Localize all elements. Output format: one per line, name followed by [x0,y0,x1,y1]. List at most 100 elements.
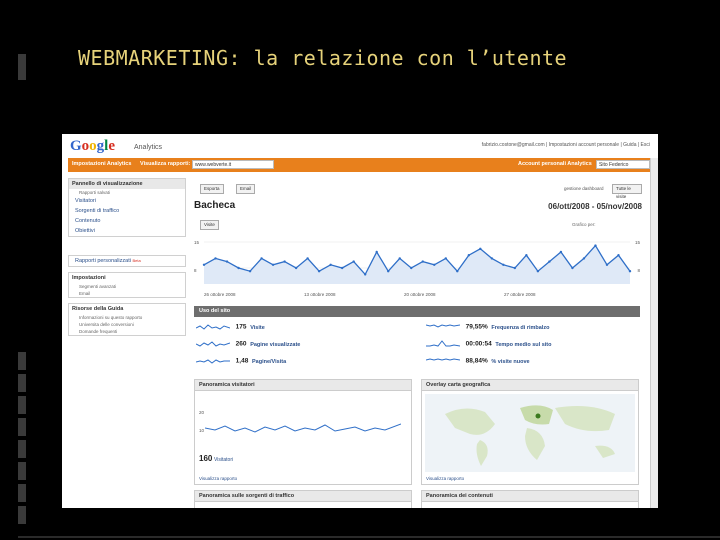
deco-bar-3 [18,396,26,414]
visits-point[interactable] [548,260,551,263]
visits-point[interactable] [294,266,298,270]
account-select[interactable]: Sito Federico [596,160,650,169]
geo-report-link[interactable]: Visualizza rapporto [426,476,464,481]
geo-map-panel: Overlay carta geografica Visualizza rapp… [421,379,639,485]
visits-point[interactable] [260,257,263,260]
visits-point[interactable] [502,263,505,266]
dashboard-box: Pannello di visualizzazione Rapporti sal… [68,178,186,237]
help-item-conversions[interactable]: Universita delle conversioni [69,321,185,328]
visits-point[interactable] [594,244,597,247]
sidebar-item-content[interactable]: Contenuto [69,216,185,226]
visits-point[interactable] [467,254,471,257]
metric-bounce-rate-value: 79,55% [465,323,488,331]
export-button[interactable]: Esporta [200,184,224,194]
email-button[interactable]: Email [236,184,256,194]
sidebar-item-goals[interactable]: Obiettivi [69,226,185,236]
visits-point[interactable] [375,250,378,254]
visits-point[interactable] [398,257,401,260]
visits-point[interactable] [559,250,563,254]
visits-point[interactable] [582,257,586,260]
content-overview-title[interactable]: Panoramica dei contenuti [422,491,638,502]
metric-visits-label: Visite [250,324,265,331]
sparkline-icon [426,324,460,328]
view-reports-label: Visualizza rapporti: [140,161,191,167]
site-usage-header: Uso del sito [194,306,640,317]
metric-pages-per-visit[interactable]: 1,48 Pagine/Visita [196,357,286,367]
metric-visits-value: 175 [235,323,247,331]
settings-link[interactable]: Impostazioni Analytics [72,161,131,167]
email-link[interactable]: Email [69,290,185,297]
saved-reports-link[interactable]: Rapporti salvati [69,189,185,196]
visits-point[interactable] [271,263,275,266]
visitors-report-link[interactable]: Visualizza rapporto [199,476,237,481]
visits-point[interactable] [605,263,609,266]
visits-point[interactable] [444,257,447,260]
metric-bounce-rate[interactable]: 79,55% Frequenza di rimbalzo [426,323,549,333]
visits-point[interactable] [525,254,528,257]
slide-title: WEBMARKETING: la relazione con l’utente [78,46,568,70]
metric-avg-time-label: Tempo medio sul sito [495,341,552,348]
visits-point[interactable] [490,257,494,260]
help-item-about[interactable]: Informazioni su questo rapporto [69,314,185,321]
visits-point[interactable] [571,266,574,270]
visits-point[interactable] [340,266,344,270]
deco-bar-7 [18,484,26,502]
visitors-overview-title[interactable]: Panoramica visitatori [195,380,411,391]
beta-note: gestione dashboard [564,186,604,191]
visits-point[interactable] [363,273,367,276]
help-item-faq[interactable]: Domande frequenti [69,328,185,335]
geo-map-title[interactable]: Overlay carta geografica [422,380,638,391]
ga-nav-bar: Impostazioni Analytics Visualizza rappor… [68,158,654,172]
sparkline-icon [196,324,230,330]
graph-by-label: Grafico per: [572,222,596,227]
visits-point[interactable] [317,270,321,273]
visits-point[interactable] [617,254,620,257]
visitors-overview-panel: Panoramica visitatori 20 10 160 Visitato… [194,379,412,485]
analytics-screenshot: Google Analytics fabrizio.costone@gmail.… [62,134,658,508]
visits-point[interactable] [410,266,413,270]
deco-bar-6 [18,462,26,480]
deco-bar-top [18,54,26,80]
site-select[interactable]: www.webverte.it [192,160,274,169]
visits-point[interactable] [513,266,517,270]
sidebar-item-visitors[interactable]: Visitatori [69,196,185,206]
visits-point[interactable] [456,270,459,273]
visits-point[interactable] [306,257,309,260]
visits-point[interactable] [387,270,390,273]
visitors-count-value: 160 [199,454,213,463]
visits-point[interactable] [283,260,286,263]
mini-y-mid-left: 10 [199,428,205,433]
metric-avg-time-value: 00:00:54 [465,340,492,348]
visits-point[interactable] [536,270,540,273]
sidebar-item-traffic[interactable]: Sorgenti di traffico [69,206,185,216]
visits-point[interactable] [248,270,252,273]
traffic-sources-title[interactable]: Panoramica sulle sorgenti di traffico [195,491,411,502]
content-overview-panel: Panoramica dei contenuti [421,490,639,508]
visits-point[interactable] [421,260,424,263]
visits-point[interactable] [329,263,332,266]
visits-point[interactable] [237,266,240,270]
metric-visits[interactable]: 175 Visite [196,323,265,333]
visits-point[interactable] [479,247,482,250]
metric-pageviews[interactable]: 260 Pagine visualizzate [196,340,300,350]
visits-point[interactable] [225,260,229,263]
account-links[interactable]: fabrizio.costone@gmail.com | Impostazion… [482,142,650,148]
x-label-3: 20 ottobre 2008 [404,292,436,297]
visits-point[interactable] [628,270,632,273]
visits-point[interactable] [352,260,355,263]
advanced-segments-link[interactable]: Segmenti avanzati [69,283,185,290]
dashboard-header[interactable]: Pannello di visualizzazione [69,179,185,189]
visits-point[interactable] [214,257,217,260]
date-range-picker[interactable]: 06/ott/2008 - 05/nov/2008 [548,202,642,211]
metric-new-visits[interactable]: 88,84% % visite nuove [426,357,530,367]
scrollbar[interactable] [650,158,658,508]
visits-point[interactable] [433,263,436,266]
sidebar: Pannello di visualizzazione Rapporti sal… [68,178,186,508]
help-box: Risorse della Guida Informazioni su ques… [68,303,186,336]
custom-reports-link[interactable]: Rapporti personalizzati Beta [69,256,185,266]
settings-box: Impostazioni Segmenti avanzati Email [68,272,186,298]
segment-select[interactable]: Tutte le visite [612,184,642,199]
visits-point[interactable] [202,263,206,266]
metric-avg-time[interactable]: 00:00:54 Tempo medio sul sito [426,340,552,350]
world-map [425,394,635,472]
